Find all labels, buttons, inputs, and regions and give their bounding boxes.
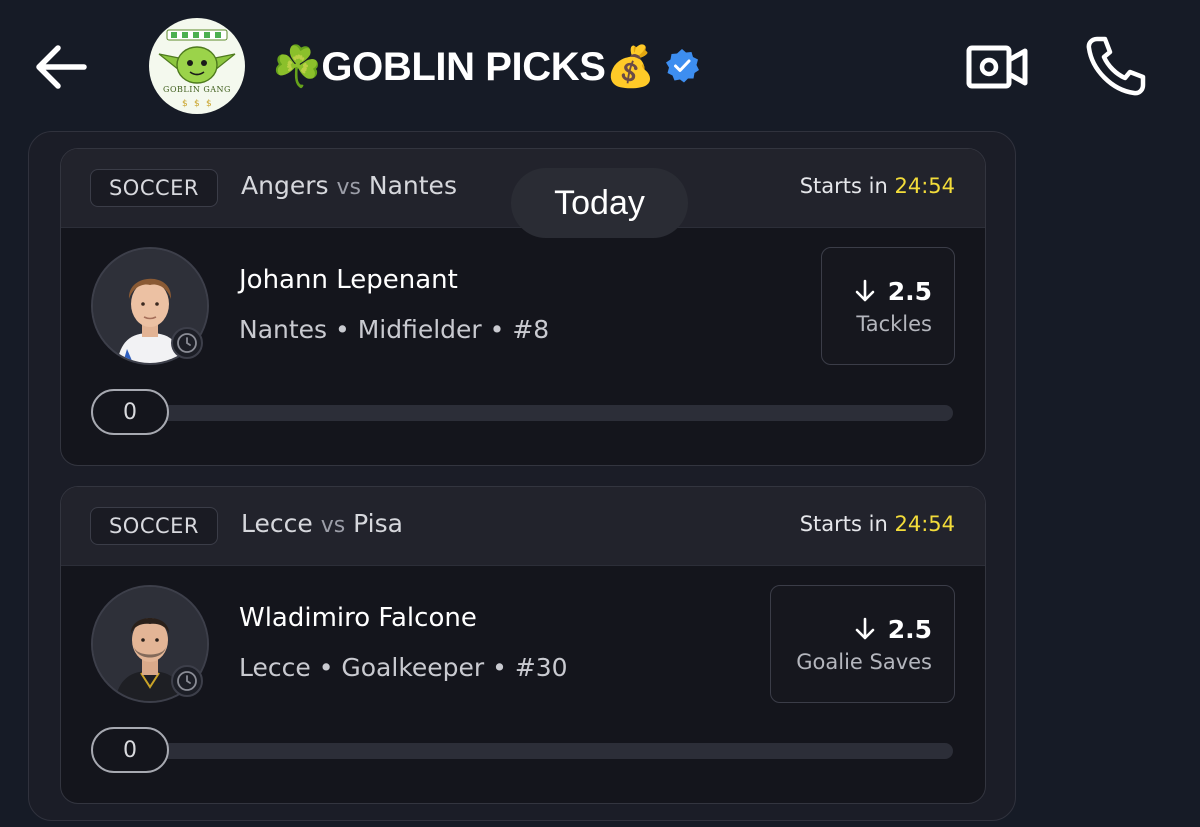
avatar-caption: GOBLIN GANG (163, 85, 231, 94)
starts-timer: 24:54 (894, 174, 955, 198)
clock-icon (177, 333, 197, 353)
verified-badge-icon (665, 49, 699, 83)
clock-icon (177, 671, 197, 691)
video-camera-icon (966, 45, 1028, 89)
clock-badge (171, 665, 203, 697)
video-call-button[interactable] (964, 40, 1030, 94)
stat-line-box[interactable]: 2.5 Goalie Saves (770, 585, 955, 703)
home-team: Angers (241, 171, 329, 200)
channel-avatar[interactable]: $ $ $ GOBLIN GANG (149, 18, 245, 114)
chat-screen: $ $ $ GOBLIN GANG ☘️GOBLIN PICKS💰 SOCCER… (0, 0, 1200, 827)
progress-value: 0 (91, 389, 169, 435)
voice-call-button[interactable] (1083, 33, 1149, 99)
matchup: Lecce vs Pisa (241, 509, 403, 538)
svg-text:$: $ (182, 99, 188, 109)
arrow-down-icon (855, 617, 875, 640)
sport-badge: SOCCER (90, 169, 218, 207)
stat-value: 2.5 (887, 276, 932, 306)
stat-label: Goalie Saves (796, 649, 932, 674)
date-separator: Today (511, 168, 688, 238)
progress-track (101, 743, 953, 759)
back-button[interactable] (30, 40, 92, 94)
home-team: Lecce (241, 509, 313, 538)
clock-badge (171, 327, 203, 359)
channel-name: ☘️GOBLIN PICKS💰 (272, 44, 655, 89)
away-team: Pisa (353, 509, 403, 538)
svg-text:$: $ (194, 99, 200, 109)
stat-line: 2.5 (852, 615, 932, 644)
vs-label: vs (336, 175, 361, 200)
arrow-left-icon (36, 45, 87, 89)
phone-icon (1086, 36, 1146, 96)
starts-timer: 24:54 (894, 512, 955, 536)
away-team: Nantes (368, 171, 457, 200)
stat-label: Tackles (856, 311, 932, 336)
progress-value: 0 (91, 727, 169, 773)
arrow-down-icon (855, 279, 875, 302)
pick-card[interactable]: SOCCER Lecce vs Pisa Starts in 24:54 Wla… (60, 486, 986, 804)
card-header: SOCCER Lecce vs Pisa Starts in 24:54 (61, 487, 985, 566)
player-info: Lecce • Goalkeeper • #30 (239, 653, 568, 682)
matchup: Angers vs Nantes (241, 171, 457, 200)
stat-value: 2.5 (887, 614, 932, 644)
stat-line-box[interactable]: 2.5 Tackles (821, 247, 955, 365)
chat-header: $ $ $ GOBLIN GANG ☘️GOBLIN PICKS💰 (0, 0, 1200, 130)
player-name: Wladimiro Falcone (239, 603, 477, 633)
goblin-logo-icon: $ $ $ (158, 29, 236, 109)
svg-text:$: $ (206, 99, 212, 109)
start-countdown: Starts in 24:54 (800, 512, 955, 536)
channel-title[interactable]: ☘️GOBLIN PICKS💰 (272, 38, 701, 94)
stat-line: 2.5 (852, 277, 932, 306)
progress-track (101, 405, 953, 421)
player-info: Nantes • Midfielder • #8 (239, 315, 550, 344)
vs-label: vs (320, 513, 346, 538)
starts-label: Starts in (799, 512, 888, 536)
starts-label: Starts in (799, 174, 888, 198)
start-countdown: Starts in 24:54 (800, 174, 955, 198)
player-name: Johann Lepenant (239, 265, 458, 295)
sport-badge: SOCCER (90, 507, 218, 545)
